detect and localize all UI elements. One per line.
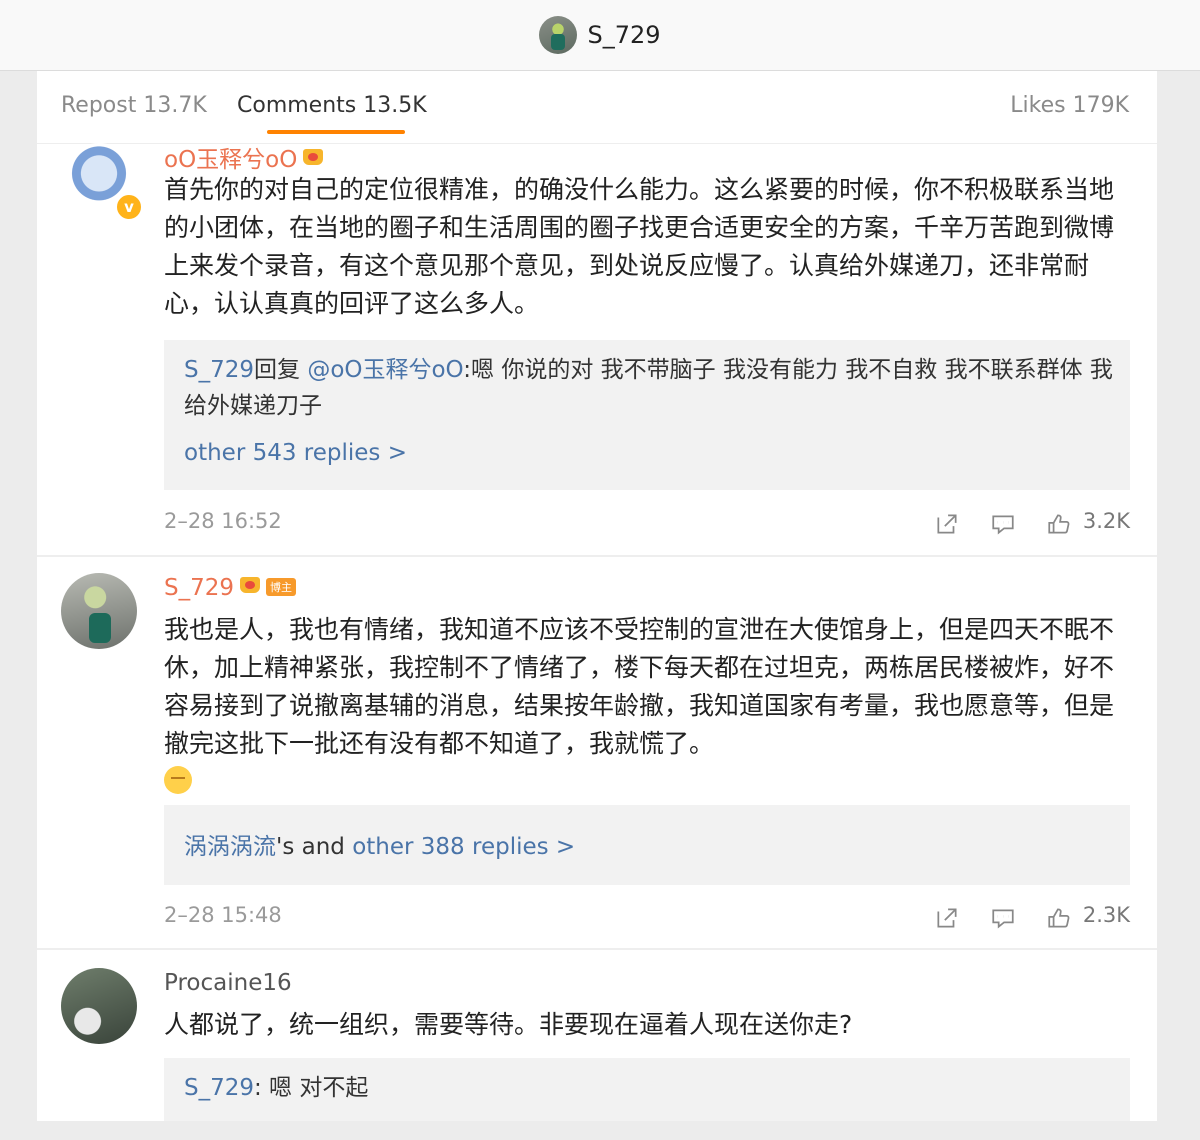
like-count: 2.3K [1082,903,1130,927]
comment-item: Procaine16 人都说了，统一组织，需要等待。非要现在逼着人现在送你走? … [37,968,1157,1121]
comment-time: 2–28 15:48 [164,903,282,927]
tab-likes[interactable]: Likes 179K [1010,93,1129,118]
comment-meta: 2–28 16:52 3.2K [164,509,1130,539]
tab-bar: Repost 13.7K Comments 13.5K Likes 179K [37,71,1157,144]
comment-item: v oO玉释兮oO 首先你的对自己的定位很精准，的确没什么能力。这么紧要的时候，… [37,143,1157,553]
reply-box: 涡涡涡流's and other 388 replies > [164,805,1130,885]
reply-connector: 's and [276,834,353,860]
profile-avatar[interactable] [539,16,578,54]
reply-author[interactable]: 涡涡涡流 [184,834,276,860]
verified-badge: v [115,193,143,221]
reply-author[interactable]: S_729 [184,1075,254,1101]
comment-text: 我也是人，我也有情绪，我知道不应该不受控制的宣泄在大使馆身上，但是四天不眠不休，… [164,611,1124,801]
comment-text: 首先你的对自己的定位很精准，的确没什么能力。这么紧要的时候，你不积极联系当地的小… [164,175,1115,318]
avatar[interactable] [61,573,137,649]
reply-body: : 嗯 对不起 [254,1075,369,1101]
comment-author[interactable]: oO玉释兮oO [164,140,324,174]
thumb-up-icon[interactable] [1046,511,1072,537]
crown-icon [240,577,260,593]
page-title: S_729 [587,21,661,49]
tab-repost[interactable]: Repost 13.7K [61,93,207,118]
comment-author[interactable]: S_729 博主 [164,575,296,601]
tab-comments[interactable]: Comments 13.5K [237,93,427,118]
active-tab-indicator [267,130,405,134]
reply-box: S_729: 嗯 对不起 [164,1058,1130,1121]
reply-box: S_729回复 @oO玉释兮oO:嗯 你说的对 我不带脑子 我没有能力 我不自救… [164,340,1130,490]
reply-text: S_729回复 @oO玉释兮oO:嗯 你说的对 我不带脑子 我没有能力 我不自救… [184,352,1114,424]
comment-icon[interactable] [990,905,1016,931]
crown-icon [303,149,324,165]
more-replies-text[interactable]: other 388 replies > [352,834,575,860]
share-icon[interactable] [934,511,960,537]
reply-text: S_729: 嗯 对不起 [184,1070,1114,1106]
host-badge: 博主 [266,578,296,596]
reply-verb: 回复 [254,357,300,383]
comment-meta: 2–28 15:48 2.3K [164,903,1130,933]
comment-author[interactable]: Procaine16 [164,970,292,996]
sad-face-emoji-icon [164,766,192,794]
comment-divider [37,948,1157,950]
comment-time: 2–28 16:52 [164,509,282,533]
share-icon[interactable] [934,905,960,931]
avatar[interactable] [61,968,137,1044]
more-replies-link[interactable]: other 543 replies > [184,440,407,466]
comment-text: 人都说了，统一组织，需要等待。非要现在逼着人现在送你走? [164,1010,853,1039]
reply-author[interactable]: S_729 [184,357,254,383]
author-name: S_729 [164,575,234,601]
comment-body: 我也是人，我也有情绪，我知道不应该不受控制的宣泄在大使馆身上，但是四天不眠不休，… [164,615,1115,758]
more-replies-link[interactable]: 涡涡涡流's and other 388 replies > [184,827,575,861]
comment-divider [37,555,1157,557]
like-count: 3.2K [1082,509,1130,533]
comments-panel: Repost 13.7K Comments 13.5K Likes 179K v… [37,71,1157,1121]
comment-icon[interactable] [990,511,1016,537]
thumb-up-icon[interactable] [1046,905,1072,931]
author-name: oO玉释兮oO [164,147,298,173]
reply-mention[interactable]: @oO玉释兮oO [307,357,463,383]
top-bar: S_729 [0,0,1200,71]
comment-item: S_729 博主 我也是人，我也有情绪，我知道不应该不受控制的宣泄在大使馆身上，但… [37,573,1157,943]
